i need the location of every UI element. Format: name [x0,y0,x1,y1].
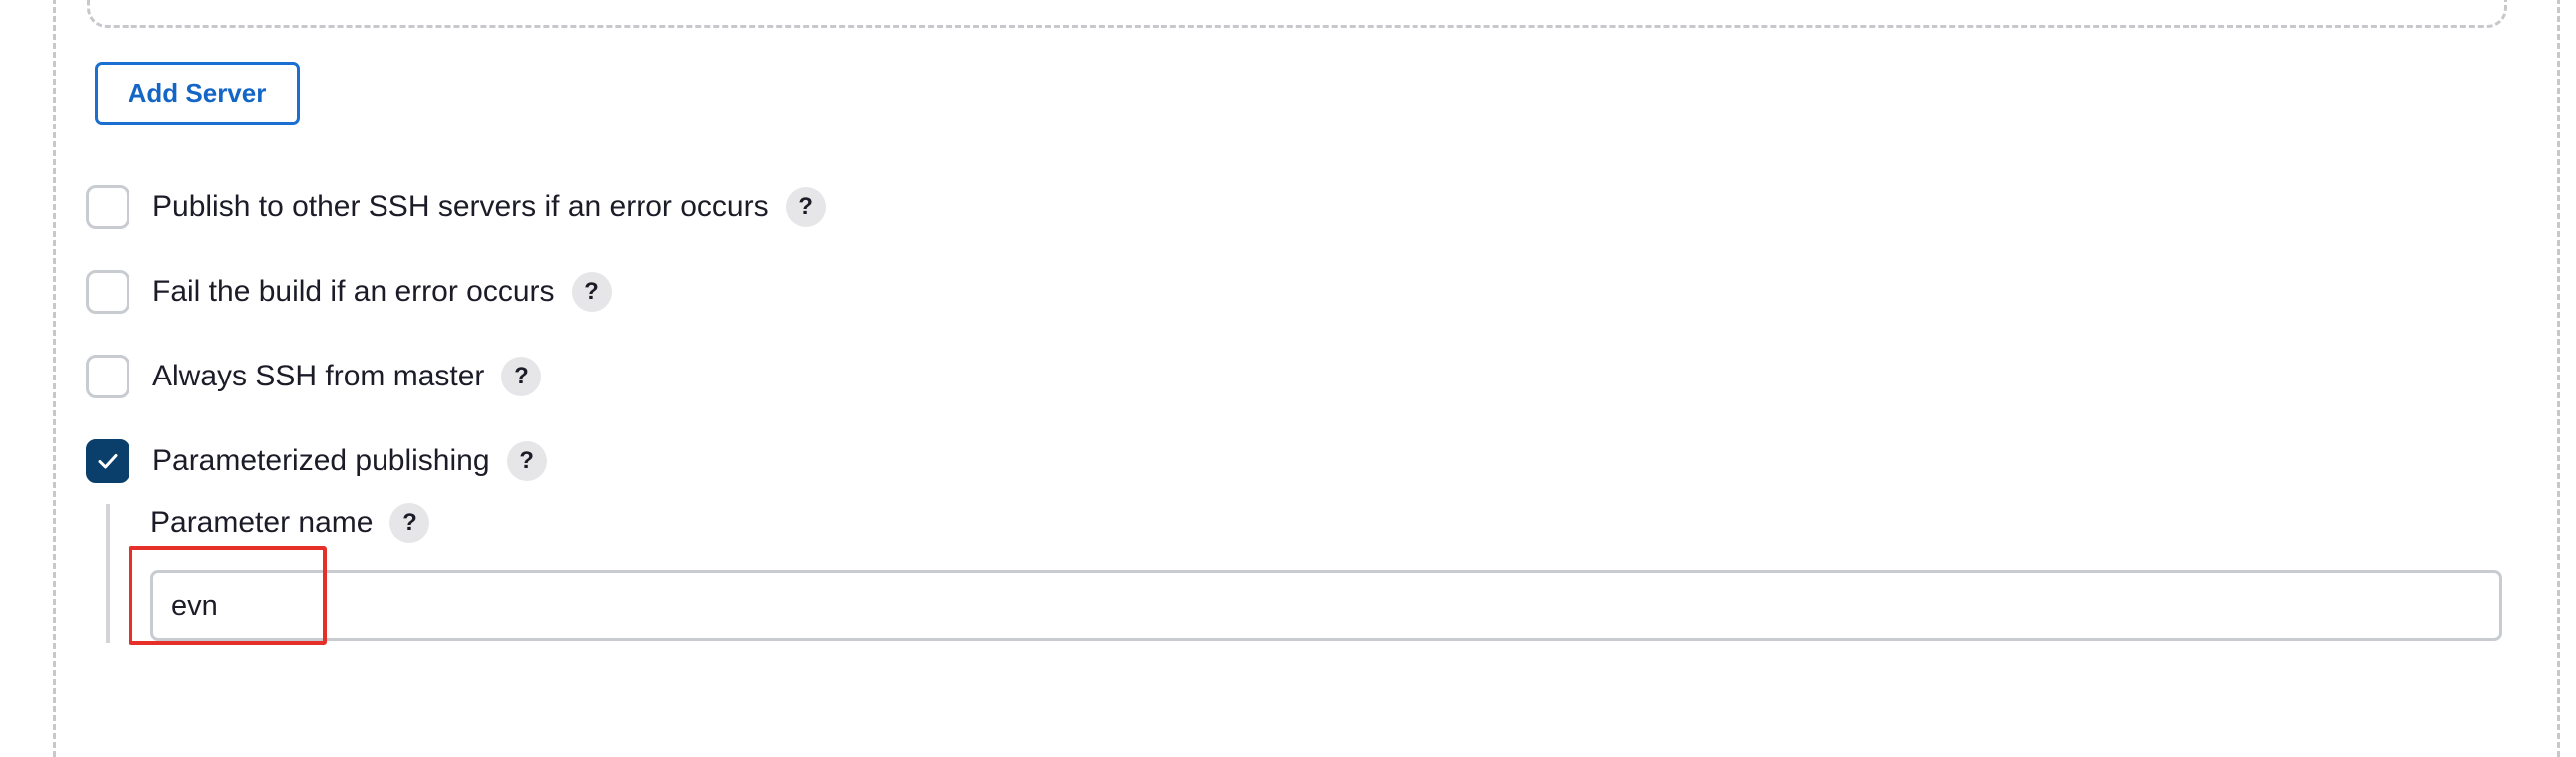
help-icon[interactable]: ? [501,357,542,396]
help-icon[interactable]: ? [785,187,826,227]
help-icon[interactable]: ? [571,272,612,312]
always-ssh-master-checkbox[interactable] [86,355,129,398]
parameterized-publishing-label: Parameterized publishing [152,444,490,477]
option-fail-build[interactable]: Fail the build if an error occurs ? [86,269,612,315]
publish-other-servers-label: Publish to other SSH servers if an error… [152,190,769,223]
option-always-ssh-master[interactable]: Always SSH from master ? [86,354,542,399]
parameterized-publishing-checkbox[interactable] [86,439,129,483]
fail-build-label: Fail the build if an error occurs [152,275,555,308]
servers-container [87,0,2507,28]
parameter-name-input[interactable] [150,570,2502,641]
option-publish-other-servers[interactable]: Publish to other SSH servers if an error… [86,184,826,230]
help-icon[interactable]: ? [506,441,547,481]
help-icon[interactable]: ? [389,503,430,543]
option-parameterized-publishing[interactable]: Parameterized publishing ? [86,438,547,484]
nested-indicator [106,504,110,643]
parameter-name-label: Parameter name [150,506,374,539]
parameter-name-row: Parameter name ? [150,501,430,545]
checkmark-icon [98,454,118,469]
fail-build-checkbox[interactable] [86,270,129,314]
publish-other-servers-checkbox[interactable] [86,185,129,229]
add-server-button[interactable]: Add Server [95,62,300,125]
always-ssh-master-label: Always SSH from master [152,360,485,392]
